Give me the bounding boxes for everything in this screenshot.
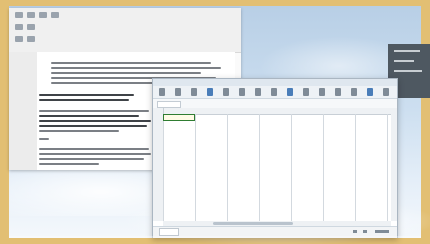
text-line bbox=[39, 94, 134, 96]
sort-icon[interactable] bbox=[351, 88, 357, 96]
text-line bbox=[39, 110, 149, 112]
text-line bbox=[39, 158, 144, 160]
text-line bbox=[51, 72, 201, 74]
panel-item[interactable] bbox=[394, 70, 422, 72]
toolbar-icon[interactable] bbox=[39, 12, 47, 18]
print-icon[interactable] bbox=[207, 88, 213, 96]
status-icon bbox=[353, 230, 357, 233]
panel-item[interactable] bbox=[394, 50, 420, 52]
cut-icon[interactable] bbox=[255, 88, 261, 96]
toolbar-icon[interactable] bbox=[51, 12, 59, 18]
text-line bbox=[39, 125, 147, 127]
text-line bbox=[39, 115, 139, 117]
text-line bbox=[51, 62, 211, 64]
function-icon[interactable] bbox=[367, 88, 373, 96]
text-line bbox=[39, 163, 99, 165]
title-bar[interactable] bbox=[153, 79, 397, 86]
copy-icon[interactable] bbox=[271, 88, 277, 96]
selected-cell[interactable] bbox=[163, 114, 195, 121]
toolbar-icon[interactable] bbox=[27, 36, 35, 42]
toolbar-icon[interactable] bbox=[15, 24, 23, 30]
text-line bbox=[39, 148, 149, 150]
text-line bbox=[39, 130, 119, 132]
redo-icon[interactable] bbox=[239, 88, 245, 96]
status-icon bbox=[363, 230, 367, 233]
frame-left bbox=[0, 0, 9, 244]
name-box[interactable] bbox=[157, 101, 181, 108]
vertical-scrollbar[interactable] bbox=[391, 108, 397, 221]
panel-item[interactable] bbox=[394, 60, 414, 62]
document-toolbar bbox=[9, 8, 241, 53]
scroll-thumb[interactable] bbox=[213, 222, 293, 225]
text-line bbox=[39, 138, 49, 140]
text-line bbox=[51, 67, 221, 69]
bold-icon[interactable] bbox=[303, 88, 309, 96]
cell-grid[interactable] bbox=[163, 114, 391, 221]
new-icon[interactable] bbox=[159, 88, 165, 96]
toolbar-icon[interactable] bbox=[27, 12, 35, 18]
chart-icon[interactable] bbox=[319, 88, 325, 96]
document-sidebar bbox=[9, 52, 37, 170]
toolbar-icon[interactable] bbox=[15, 36, 23, 42]
undo-icon[interactable] bbox=[223, 88, 229, 96]
zoom-icon[interactable] bbox=[375, 230, 389, 233]
settings-icon[interactable] bbox=[383, 88, 389, 96]
toolbar-icon[interactable] bbox=[27, 24, 35, 30]
filter-icon[interactable] bbox=[335, 88, 341, 96]
taskbar bbox=[9, 236, 421, 238]
sheet-tab[interactable] bbox=[159, 228, 179, 236]
text-line bbox=[39, 120, 151, 122]
toolbar-icon[interactable] bbox=[15, 12, 23, 18]
text-line bbox=[39, 153, 151, 155]
spreadsheet-window[interactable] bbox=[152, 78, 398, 238]
open-icon[interactable] bbox=[175, 88, 181, 96]
text-line bbox=[39, 99, 129, 101]
desktop bbox=[0, 0, 430, 244]
save-icon[interactable] bbox=[191, 88, 197, 96]
paste-icon[interactable] bbox=[287, 88, 293, 96]
